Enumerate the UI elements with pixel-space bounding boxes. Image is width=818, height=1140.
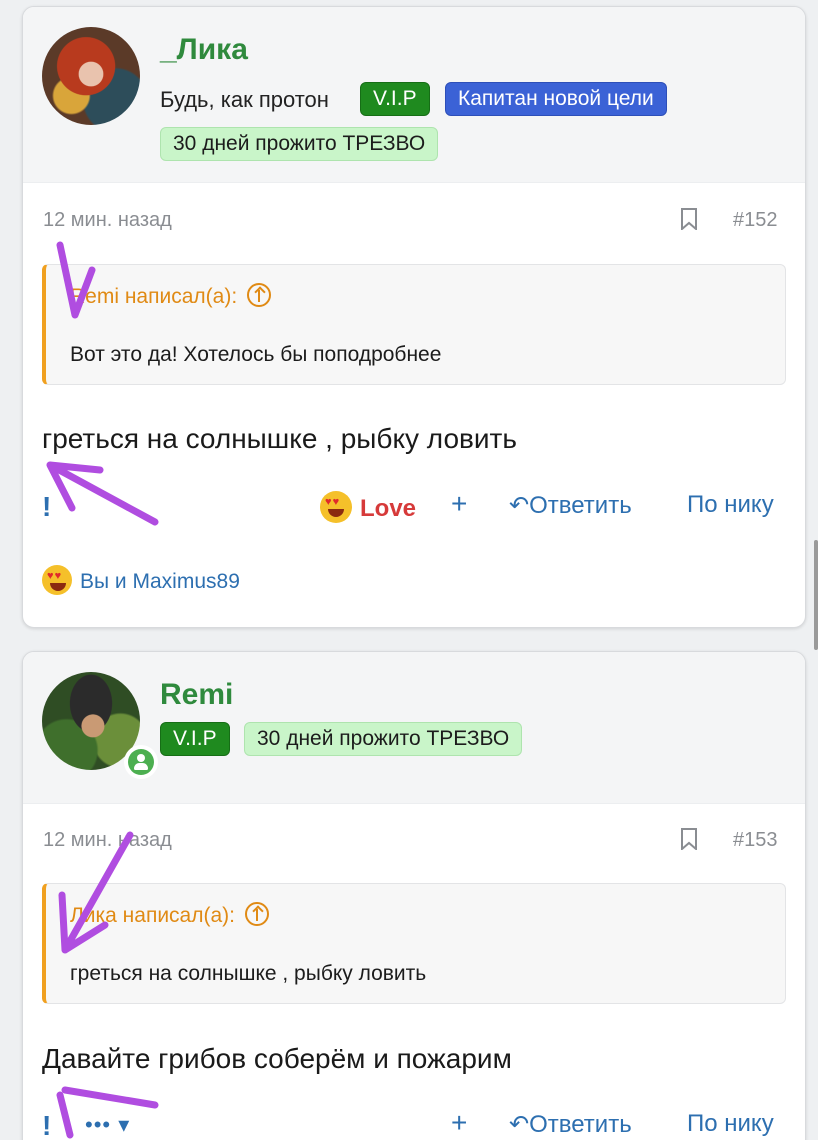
post-actions: ! Love + ↶Ответить По нику — [23, 488, 805, 531]
reply-button[interactable]: ↶Ответить — [509, 491, 632, 520]
more-options-button[interactable]: ••• ▾ — [85, 1112, 130, 1138]
vip-badge: V.I.P — [360, 82, 430, 116]
vip-badge: V.I.P — [160, 722, 230, 756]
post-time[interactable]: 12 мин. назад — [43, 829, 172, 852]
user-status: Будь, как протон — [160, 87, 329, 112]
report-button[interactable]: ! — [42, 491, 51, 523]
username[interactable]: Remi — [160, 678, 233, 712]
captain-badge: Капитан новой цели — [445, 82, 667, 116]
avatar[interactable] — [42, 27, 140, 125]
bookmark-icon[interactable] — [680, 208, 698, 230]
post-text: греться на солнышке , рыбку ловить — [42, 423, 517, 454]
arrow-up-circle-icon[interactable] — [247, 283, 272, 307]
forum-page: _Лика Будь, как протон V.I.P Капитан нов… — [0, 0, 818, 1140]
quote-block: Лика написал(а): греться на солнышке , р… — [42, 883, 786, 1004]
post-actions: ! ••• ▾ + ↶Ответить По нику — [23, 1107, 805, 1140]
sober-badge: 30 дней прожито ТРЕЗВО — [160, 127, 439, 161]
reply-arrow-icon: ↶ — [509, 492, 530, 519]
post-153: Remi V.I.P 30 дней прожито ТРЕЗВО 12 мин… — [22, 651, 806, 1140]
love-reaction-button[interactable]: Love — [320, 491, 416, 523]
plus-reaction-button[interactable]: + — [451, 1107, 467, 1139]
user-online-icon — [124, 745, 158, 779]
scrollbar[interactable] — [814, 540, 818, 650]
quote-author[interactable]: Remi написал(а): — [70, 283, 272, 309]
post-header: _Лика Будь, как протон V.I.P Капитан нов… — [23, 7, 805, 183]
quote-block: Remi написал(а): Вот это да! Хотелось бы… — [42, 264, 786, 385]
arrow-up-circle-icon[interactable] — [245, 902, 269, 926]
quote-author[interactable]: Лика написал(а): — [70, 902, 269, 928]
quote-text: Вот это да! Хотелось бы поподробнее — [70, 343, 442, 366]
plus-reaction-button[interactable]: + — [451, 488, 467, 520]
post-text: Давайте грибов соберём и пожарим — [42, 1043, 512, 1074]
by-nick-button[interactable]: По нику — [687, 1110, 774, 1138]
username[interactable]: _Лика — [160, 33, 248, 67]
by-nick-button[interactable]: По нику — [687, 491, 774, 519]
post-number[interactable]: #153 — [733, 829, 778, 852]
reply-button[interactable]: ↶Ответить — [509, 1110, 632, 1139]
reply-arrow-icon: ↶ — [509, 1111, 530, 1138]
quote-text: греться на солнышке , рыбку ловить — [70, 962, 427, 985]
report-button[interactable]: ! — [42, 1110, 51, 1140]
post-152: _Лика Будь, как протон V.I.P Капитан нов… — [22, 6, 806, 628]
chevron-down-icon: ▾ — [118, 1112, 131, 1137]
post-time[interactable]: 12 мин. назад — [43, 209, 172, 232]
bookmark-icon[interactable] — [680, 828, 698, 850]
reactions-summary[interactable]: Вы и Maximus89 — [42, 565, 240, 595]
post-header: Remi V.I.P 30 дней прожито ТРЕЗВО — [23, 652, 805, 804]
heart-eyes-emoji-icon — [42, 565, 72, 595]
heart-eyes-emoji-icon — [320, 491, 352, 523]
post-number[interactable]: #152 — [733, 209, 778, 232]
sober-badge: 30 дней прожито ТРЕЗВО — [244, 722, 523, 756]
